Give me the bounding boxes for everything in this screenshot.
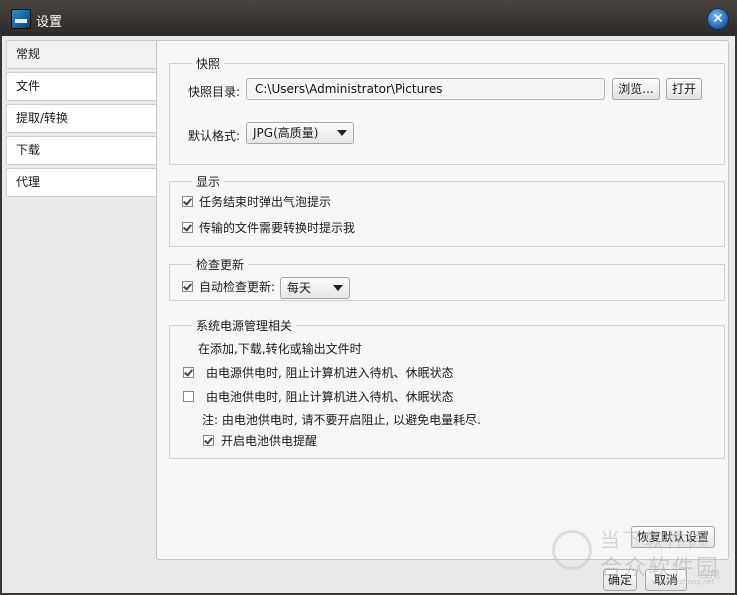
ac-power-block-label: 由电源供电时, 阻止计算机进入待机、休眠状态 — [206, 366, 454, 380]
title-bar: 设置 ✕ — [0, 0, 737, 36]
chevron-down-icon — [333, 285, 343, 291]
open-button[interactable]: 打开 — [666, 78, 702, 100]
window-title: 设置 — [36, 15, 63, 30]
update-frequency-select[interactable]: 每天 — [280, 277, 350, 299]
sidebar-item-download[interactable]: 下载 — [6, 136, 158, 165]
convert-prompt-label: 传输的文件需要转换时提示我 — [199, 221, 356, 235]
sidebar-item-extract-convert[interactable]: 提取/转换 — [6, 104, 158, 133]
sidebar-item-general[interactable]: 常规 — [6, 40, 159, 69]
dialog-client: 常规 文件 提取/转换 下载 代理 快照 快照目录: 浏览... 打开 默认格式… — [2, 36, 735, 593]
snapshot-dir-label: 快照目录: — [188, 85, 241, 99]
snapshot-group-title: 快照 — [196, 57, 221, 71]
format-select-value: JPG(高质量) — [253, 126, 319, 140]
browse-button[interactable]: 浏览... — [612, 78, 660, 100]
cancel-button[interactable]: 取消 — [645, 569, 687, 591]
balloon-tip-checkbox[interactable] — [182, 196, 193, 207]
battery-block-checkbox[interactable] — [183, 391, 194, 402]
ok-button[interactable]: 确定 — [603, 569, 637, 591]
chevron-down-icon — [337, 130, 347, 136]
app-icon — [11, 9, 31, 29]
auto-update-checkbox[interactable] — [182, 281, 193, 292]
sidebar-item-files[interactable]: 文件 — [6, 72, 158, 101]
auto-update-label: 自动检查更新: — [199, 280, 276, 294]
sidebar-item-proxy[interactable]: 代理 — [6, 168, 158, 197]
ac-power-block-checkbox[interactable] — [183, 367, 194, 378]
restore-defaults-button[interactable]: 恢复默认设置 — [631, 526, 715, 548]
sidebar: 常规 文件 提取/转换 下载 代理 — [6, 40, 159, 200]
power-intro-text: 在添加,下载,转化或输出文件时 — [198, 342, 362, 356]
power-group-title: 系统电源管理相关 — [196, 319, 293, 333]
update-group-title: 检查更新 — [196, 258, 245, 272]
close-icon: ✕ — [712, 11, 724, 27]
battery-block-label: 由电池供电时, 阻止计算机进入待机、休眠状态 — [206, 390, 454, 404]
snapshot-group: 快照 — [169, 55, 725, 165]
close-button[interactable]: ✕ — [707, 8, 729, 30]
format-label: 默认格式: — [188, 129, 241, 143]
format-select[interactable]: JPG(高质量) — [246, 122, 354, 144]
settings-panel: 快照 快照目录: 浏览... 打开 默认格式: JPG(高质量) 显示 任务结束… — [156, 40, 729, 560]
update-frequency-value: 每天 — [287, 281, 312, 295]
battery-reminder-label: 开启电池供电提醒 — [221, 434, 318, 448]
convert-prompt-checkbox[interactable] — [182, 222, 193, 233]
display-group-title: 显示 — [196, 175, 221, 189]
battery-note-text: 注: 由电池供电时, 请不要开启阻止, 以避免电量耗尽. — [202, 413, 481, 427]
snapshot-dir-input[interactable] — [246, 78, 605, 100]
battery-reminder-checkbox[interactable] — [203, 435, 214, 446]
balloon-tip-label: 任务结束时弹出气泡提示 — [199, 195, 332, 209]
